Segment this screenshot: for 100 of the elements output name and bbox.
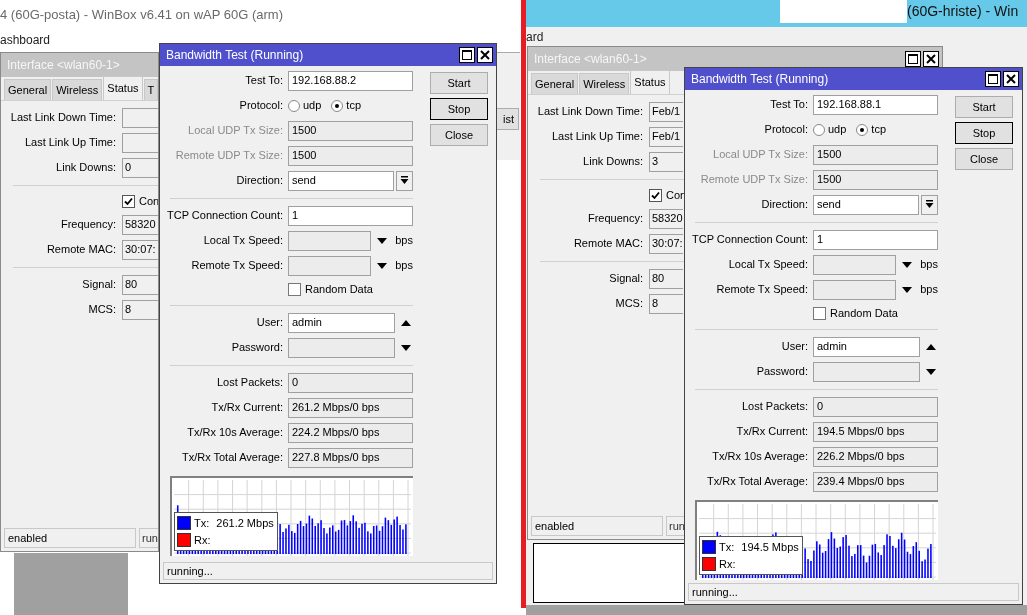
speed-field[interactable] [813,254,897,275]
field-label: Signal: [608,271,643,287]
field-label: Local Tx Speed: [202,233,283,249]
field-label: Last Link Down Time: [536,104,643,120]
tab[interactable]: Wireless [579,73,630,94]
dropdown-icon [377,262,388,269]
field-label: Link Downs: [55,160,116,176]
text-field[interactable]: 1 [288,205,413,226]
unit-label: bps [395,233,413,249]
field-label: Tx/Rx 10s Average: [711,449,808,465]
text-field: 1500 [813,144,938,165]
app-title: (60G-hriste) - Win [907,2,1019,21]
radio-button[interactable] [331,99,344,112]
legend-label: Rx: [719,556,736,572]
text-field: 1500 [288,120,413,141]
value-field: 3 [649,151,683,172]
text-field[interactable]: admin [813,336,920,357]
text-field[interactable]: 192.168.88.2 [288,70,413,91]
radio-label: udp [303,98,322,114]
field-label: MCS: [87,302,116,318]
field-label: Signal: [81,277,116,293]
dialog-button[interactable]: Close [430,124,488,146]
checkbox[interactable] [813,306,826,320]
direction-select[interactable]: send [288,170,394,191]
status-bar: running... [163,562,493,580]
dropdown-icon [400,176,409,185]
dropdown-icon [902,286,913,293]
text-field[interactable]: 192.168.88.1 [813,94,938,115]
maximize-button[interactable] [985,71,1001,87]
checkbox[interactable] [288,282,301,296]
close-button[interactable] [923,51,939,67]
text-field: 1500 [288,145,413,166]
legend-value: 261.2 Mbps [216,515,274,531]
value-field: 80 [649,268,683,289]
text-field[interactable] [813,361,920,382]
readout-field: 194.5 Mbps/0 bps [813,421,938,442]
close-button[interactable] [477,47,493,63]
window-title: Bandwidth Test (Running) [691,71,830,88]
field-label: Frequency: [59,217,116,233]
speed-field[interactable] [813,279,897,300]
text-field[interactable]: 1 [813,229,938,250]
value-field: 58320 [122,214,158,235]
dialog-button[interactable]: Start [955,96,1013,118]
menu-item[interactable]: ashboard [0,31,51,49]
radio-button[interactable] [856,123,869,136]
value-field: Feb/1 [649,126,683,147]
text-field: 1500 [813,169,938,190]
speed-field[interactable] [288,255,372,276]
checkbox[interactable] [122,194,135,208]
checkbox-label: Con [139,193,158,209]
readout-field: 0 [813,396,938,417]
field-label: Remote UDP Tx Size: [699,172,808,188]
dropdown-icon [377,237,388,244]
close-button[interactable] [1003,71,1019,87]
field-label: Link Downs: [582,154,643,170]
dropdown-icon [925,200,934,209]
field-label: Direction: [760,197,808,213]
maximize-button[interactable] [905,51,921,67]
tab[interactable]: General [531,73,579,94]
radio-button[interactable] [813,123,825,136]
field-label: Tx/Rx Total Average: [180,450,283,466]
checkbox[interactable] [649,188,662,202]
tab[interactable]: General [4,79,52,100]
readout-field: 261.2 Mbps/0 bps [288,397,413,418]
menu-item[interactable]: ard [526,27,544,46]
legend-value: 194.5 Mbps [741,539,799,555]
tab[interactable]: Status [103,76,143,100]
dialog-button[interactable]: Close [955,148,1013,170]
close-icon [1006,74,1016,84]
list-button[interactable]: ist [497,108,519,130]
dialog-button[interactable]: Start [430,72,488,94]
maximize-icon [462,50,472,60]
field-label: User: [780,339,808,355]
expand-icon [926,368,936,375]
radio-button[interactable] [288,99,300,112]
dropdown-button[interactable] [921,194,938,215]
text-field[interactable] [288,337,395,358]
value-field: Feb/1 [649,101,683,122]
dialog-button[interactable]: Stop [430,98,488,120]
field-label: Lost Packets: [740,399,808,415]
field-label: Remote MAC: [572,236,643,252]
speed-field[interactable] [288,230,372,251]
readout-field: 224.2 Mbps/0 bps [288,422,413,443]
dropdown-button[interactable] [396,170,413,191]
direction-select[interactable]: send [813,194,919,215]
tab[interactable]: Status [630,70,670,94]
tab[interactable]: Wireless [52,79,103,100]
status-bar: running... [688,583,1019,601]
maximize-button[interactable] [459,47,475,63]
radio-label: udp [828,122,847,138]
expand-icon [401,344,411,351]
field-label: Remote UDP Tx Size: [174,148,283,164]
value-field: 30:07: [122,239,158,260]
dialog-button[interactable]: Stop [955,122,1013,144]
field-label: Test To: [769,97,808,113]
text-field[interactable]: admin [288,312,395,333]
status-field: run [139,528,158,548]
tab[interactable]: T [143,79,158,100]
field-label: Remote Tx Speed: [715,282,808,298]
field-label: Remote MAC: [45,242,116,258]
